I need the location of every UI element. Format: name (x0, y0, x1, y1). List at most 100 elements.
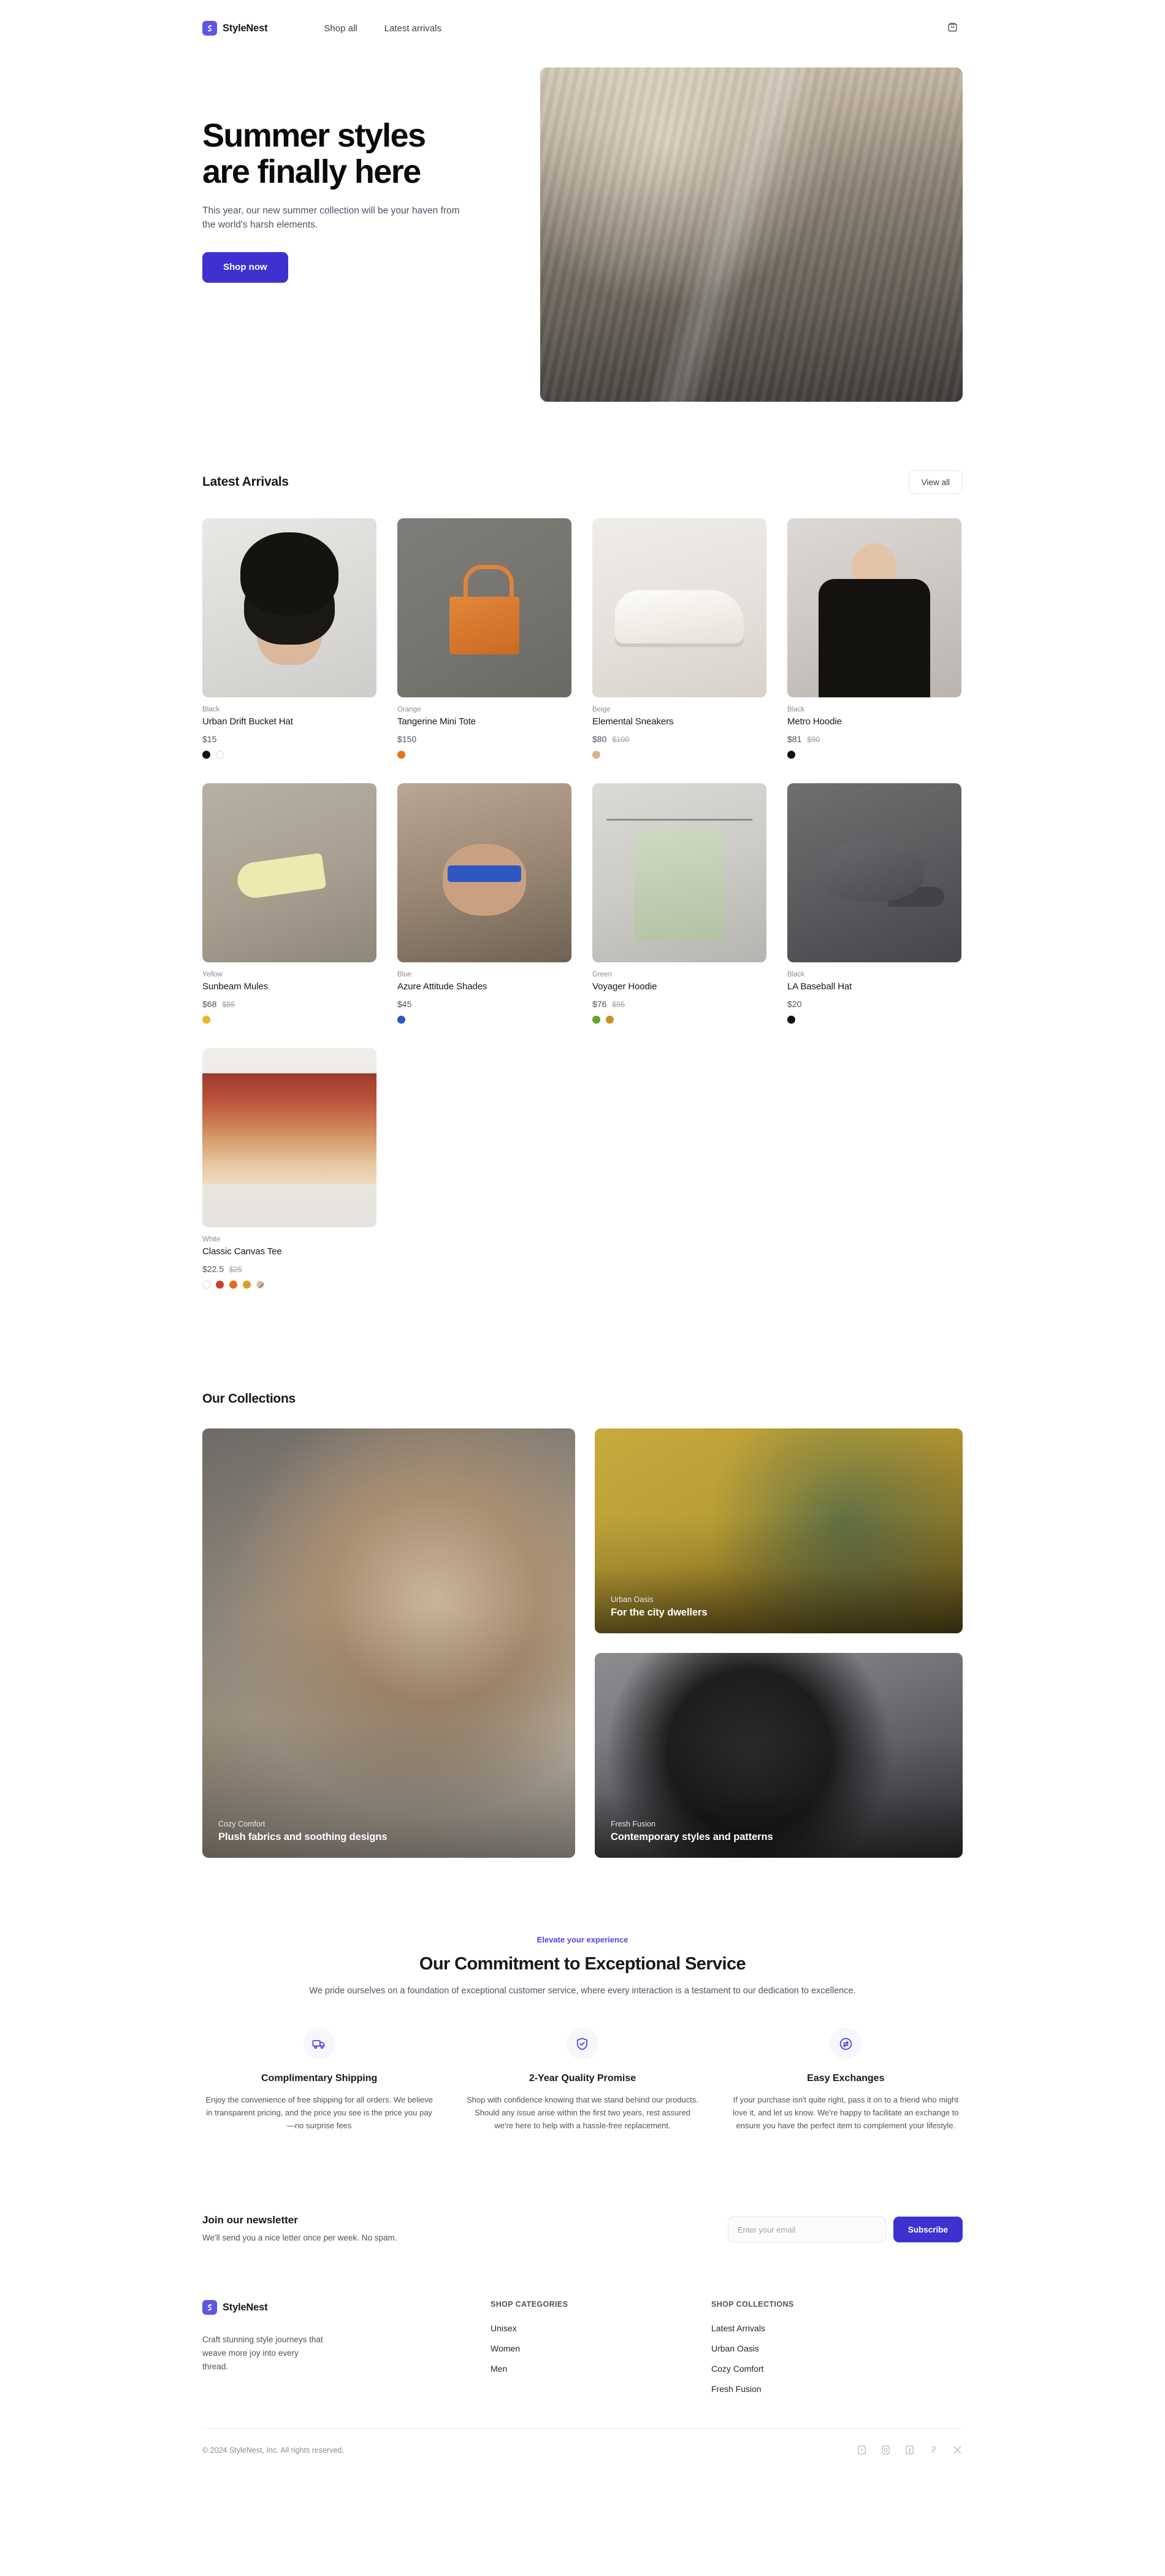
footer-link-latest-arrivals[interactable]: Latest Arrivals (711, 2323, 963, 2333)
footer-column-shop-collections: SHOP COLLECTIONS Latest Arrivals Urban O… (711, 2300, 963, 2394)
email-input[interactable] (727, 2217, 886, 2243)
product-swatches (202, 751, 376, 759)
product-card[interactable]: Green Voyager Hoodie $76 $95 (592, 783, 766, 1024)
product-card[interactable]: Black Urban Drift Bucket Hat $15 (202, 518, 376, 759)
collection-kicker: Fresh Fusion (611, 1820, 655, 1828)
product-image-placeholder (397, 518, 571, 697)
collections-title: Our Collections (202, 1392, 296, 1406)
stylenest-logo-icon (202, 21, 217, 36)
product-swatches (787, 1016, 961, 1024)
color-swatch[interactable] (202, 751, 210, 759)
color-swatch[interactable] (216, 1281, 224, 1289)
product-meta: Black Metro Hoodie $81 $90 (787, 706, 961, 759)
footer-brand-logo[interactable]: StyleNest (202, 2300, 491, 2315)
hero-section: Summer styles are finally here This year… (202, 67, 963, 402)
product-name: Sunbeam Mules (202, 981, 269, 992)
nav-item-latest-arrivals[interactable]: Latest arrivals (384, 23, 441, 34)
product-card[interactable]: Blue Azure Attitude Shades $45 (397, 783, 571, 1024)
footer-link-urban-oasis[interactable]: Urban Oasis (711, 2344, 963, 2353)
product-price-row: $15 (202, 734, 376, 744)
color-swatch[interactable] (216, 751, 224, 759)
collections-grid: Cozy Comfort Plush fabrics and soothing … (202, 1428, 963, 1858)
color-swatch[interactable] (397, 751, 405, 759)
brand-logo[interactable]: StyleNest (202, 21, 268, 36)
color-swatch[interactable] (202, 1016, 210, 1024)
color-swatch[interactable] (243, 1281, 251, 1289)
product-price: $68 (202, 999, 217, 1009)
collection-card-urban-oasis[interactable]: Urban Oasis For the city dwellers (595, 1428, 963, 1633)
youtube-icon[interactable] (857, 2445, 867, 2455)
product-meta: White Classic Canvas Tee $22.5 $25 (202, 1236, 376, 1289)
collection-caption: Cozy Comfort Plush fabrics and soothing … (218, 1820, 387, 1843)
hero-image-placeholder (540, 67, 963, 402)
product-name: Metro Hoodie (787, 716, 842, 727)
commitment-kicker: Elevate your experience (537, 1935, 628, 1944)
product-price-row: $45 (397, 999, 571, 1009)
product-card[interactable]: Black LA Baseball Hat $20 (787, 783, 961, 1024)
product-image-placeholder (592, 518, 766, 697)
commitment-section: Elevate your experience Our Commitment t… (202, 1935, 963, 2132)
subscribe-button[interactable]: Subscribe (893, 2217, 963, 2243)
footer-link-unisex[interactable]: Unisex (491, 2323, 711, 2333)
footer-link-women[interactable]: Women (491, 2344, 711, 2353)
color-swatch[interactable] (787, 751, 795, 759)
product-card[interactable]: Beige Elemental Sneakers $80 $100 (592, 518, 766, 759)
product-swatches (202, 1016, 376, 1024)
product-original-price: $100 (612, 735, 630, 744)
color-swatch[interactable] (202, 1281, 210, 1289)
color-swatch[interactable] (787, 1016, 795, 1024)
product-name: Voyager Hoodie (592, 981, 657, 992)
product-meta: Green Voyager Hoodie $76 $95 (592, 971, 766, 1024)
product-price: $150 (397, 734, 417, 744)
product-color-label: White (202, 1236, 221, 1243)
cart-button[interactable] (942, 18, 963, 39)
view-all-button[interactable]: View all (908, 470, 963, 494)
product-meta: Blue Azure Attitude Shades $45 (397, 971, 571, 1024)
latest-arrivals-header: Latest Arrivals View all (202, 470, 963, 494)
footer-columns: StyleNest Craft stunning style journeys … (202, 2300, 963, 2394)
x-icon[interactable] (952, 2445, 963, 2455)
product-card[interactable]: Orange Tangerine Mini Tote $150 (397, 518, 571, 759)
facebook-icon[interactable] (904, 2445, 915, 2455)
product-image-placeholder (202, 1048, 376, 1227)
collection-caption: Fresh Fusion Contemporary styles and pat… (611, 1820, 773, 1843)
product-swatches (787, 751, 961, 759)
product-price-row: $68 $85 (202, 999, 376, 1009)
nav-item-shop-all[interactable]: Shop all (324, 23, 357, 34)
features-row: Complimentary Shipping Enjoy the conveni… (202, 2028, 963, 2132)
product-color-label: Green (592, 971, 612, 978)
footer-link-fresh-fusion[interactable]: Fresh Fusion (711, 2384, 963, 2394)
main-nav: Shop all Latest arrivals (324, 23, 441, 34)
color-swatch[interactable] (592, 751, 600, 759)
product-card[interactable]: Yellow Sunbeam Mules $68 $85 (202, 783, 376, 1024)
product-card[interactable]: White Classic Canvas Tee $22.5 $25 (202, 1048, 376, 1289)
shop-now-button[interactable]: Shop now (202, 251, 288, 283)
product-color-label: Beige (592, 706, 611, 713)
footer-link-men[interactable]: Men (491, 2364, 711, 2374)
footer-link-cozy-comfort[interactable]: Cozy Comfort (711, 2364, 963, 2374)
product-price-row: $20 (787, 999, 961, 1009)
feature-description: Enjoy the convenience of free shipping f… (205, 2095, 433, 2131)
pinterest-icon[interactable] (928, 2445, 939, 2455)
color-swatch[interactable] (397, 1016, 405, 1024)
instagram-icon[interactable] (880, 2445, 891, 2455)
product-price: $76 (592, 999, 607, 1009)
product-image (202, 1048, 376, 1227)
color-swatch[interactable] (229, 1281, 237, 1289)
collection-card-fresh-fusion[interactable]: Fresh Fusion Contemporary styles and pat… (595, 1653, 963, 1858)
color-swatch[interactable] (606, 1016, 614, 1024)
collection-kicker: Cozy Comfort (218, 1820, 265, 1828)
product-image (397, 518, 571, 697)
collection-card-cozy-comfort[interactable]: Cozy Comfort Plush fabrics and soothing … (202, 1428, 575, 1858)
newsletter-description: We'll send you a nice letter once per we… (202, 2233, 397, 2243)
product-price: $22.5 (202, 1264, 224, 1274)
collection-headline: Contemporary styles and patterns (611, 1831, 773, 1842)
page-bottom-spacer (0, 2455, 1165, 2490)
product-price-row: $150 (397, 734, 571, 744)
product-image (592, 518, 766, 697)
brand-name: StyleNest (223, 22, 268, 34)
color-swatch[interactable] (256, 1281, 264, 1289)
color-swatch[interactable] (592, 1016, 600, 1024)
product-card[interactable]: Black Metro Hoodie $81 $90 (787, 518, 961, 759)
shopping-bag-icon (947, 21, 958, 36)
